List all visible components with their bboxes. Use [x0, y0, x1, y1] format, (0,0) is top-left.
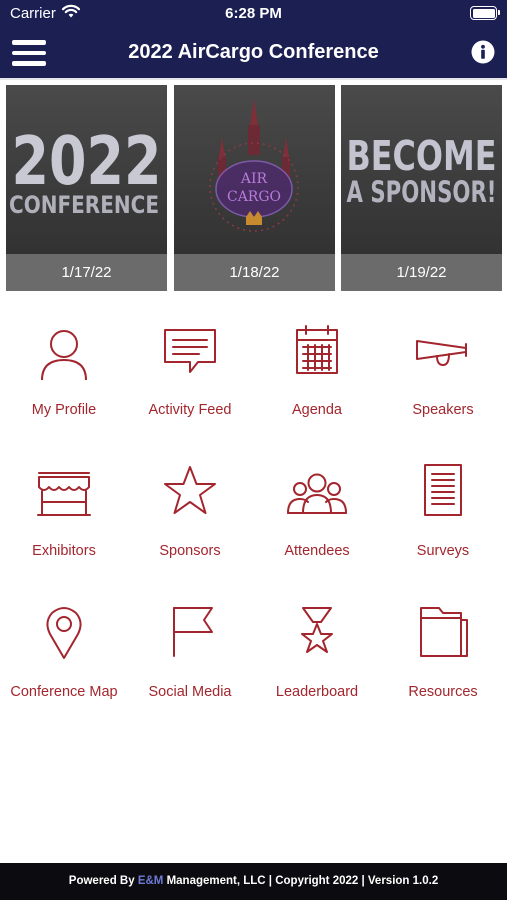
menu-item-leaderboard[interactable]: Leaderboard: [254, 592, 380, 722]
tile-1-line-2: CONFERENCE: [9, 191, 159, 219]
battery-icon: [470, 6, 500, 20]
nav-divider: [0, 78, 507, 80]
storefront-icon: [34, 459, 94, 521]
tile-date: 1/19/22: [341, 254, 502, 291]
chat-bubble-icon: [160, 318, 220, 380]
menu-item-my-profile[interactable]: My Profile: [1, 310, 127, 440]
status-bar: Carrier 6:28 PM: [0, 0, 507, 28]
footer-suffix: Management, LLC | Copyright 2022 | Versi…: [163, 875, 439, 887]
menu-item-sponsors[interactable]: Sponsors: [127, 451, 253, 581]
tile-2-line-2: CARGO: [227, 189, 281, 205]
footer-brand: E&M: [137, 875, 164, 887]
menu-item-social-media[interactable]: Social Media: [127, 592, 253, 722]
footer-prefix: Powered By: [68, 875, 138, 887]
menu-item-speakers[interactable]: Speakers: [380, 310, 506, 440]
day-tile-1[interactable]: 2022 CONFERENCE 1/17/22: [6, 85, 167, 291]
menu-item-agenda[interactable]: Agenda: [254, 310, 380, 440]
flag-icon: [160, 600, 220, 662]
people-icon: [287, 459, 347, 521]
menu-item-label: Attendees: [284, 543, 350, 559]
footer: Powered By E&M Management, LLC | Copyrig…: [0, 863, 507, 900]
document-icon: [413, 459, 473, 521]
tile-3-line-2: A SPONSOR!: [347, 175, 497, 209]
menu-item-conference-map[interactable]: Conference Map: [1, 592, 127, 722]
aircargo-logo-graphic: AIR CARGO: [209, 99, 299, 232]
menu-item-activity-feed[interactable]: Activity Feed: [127, 310, 253, 440]
star-icon: [160, 459, 220, 521]
menu-item-label: Social Media: [148, 684, 232, 700]
menu-item-label: Activity Feed: [148, 402, 232, 418]
folder-icon: [413, 600, 473, 662]
menu-item-label: Exhibitors: [32, 543, 96, 559]
calendar-icon: [287, 318, 347, 380]
menu-item-resources[interactable]: Resources: [380, 592, 506, 722]
clock: 6:28 PM: [225, 5, 282, 22]
medal-icon: [287, 600, 347, 662]
megaphone-icon: [413, 318, 473, 380]
menu-item-label: Agenda: [292, 402, 342, 418]
map-pin-icon: [34, 600, 94, 662]
menu-item-surveys[interactable]: Surveys: [380, 451, 506, 581]
profile-icon: [34, 318, 94, 385]
become-sponsor-graphic: BECOME A SPONSOR!: [347, 132, 497, 209]
menu-item-label: Surveys: [416, 543, 470, 559]
tile-3-line-1: BECOME: [347, 132, 497, 180]
tile-2-line-1: AIR: [240, 171, 268, 187]
conference-2022-graphic: 2022 CONFERENCE: [9, 122, 162, 219]
day-tile-2[interactable]: AIR CARGO 1/18/22: [174, 85, 335, 291]
page-title: 2022 AirCargo Conference: [128, 41, 379, 63]
nav-bar: 2022 AirCargo Conference: [0, 28, 507, 78]
menu-item-label: Sponsors: [159, 543, 221, 559]
menu-item-label: Resources: [408, 684, 478, 700]
menu-item-label: My Profile: [31, 402, 97, 418]
tile-1-line-1: 2022: [12, 122, 162, 200]
info-icon[interactable]: [471, 40, 495, 64]
menu-item-exhibitors[interactable]: Exhibitors: [1, 451, 127, 581]
tile-date: 1/17/22: [6, 254, 167, 291]
menu-item-label: Conference Map: [10, 684, 118, 700]
menu-item-label: Speakers: [412, 402, 474, 418]
day-tile-3[interactable]: BECOME A SPONSOR! 1/19/22: [341, 85, 502, 291]
menu-item-label: Leaderboard: [275, 684, 359, 700]
menu-item-attendees[interactable]: Attendees: [254, 451, 380, 581]
tile-date: 1/18/22: [174, 254, 335, 291]
day-tiles: 2022 CONFERENCE 1/17/22 AIR CARGO 1/18/2…: [0, 85, 507, 292]
